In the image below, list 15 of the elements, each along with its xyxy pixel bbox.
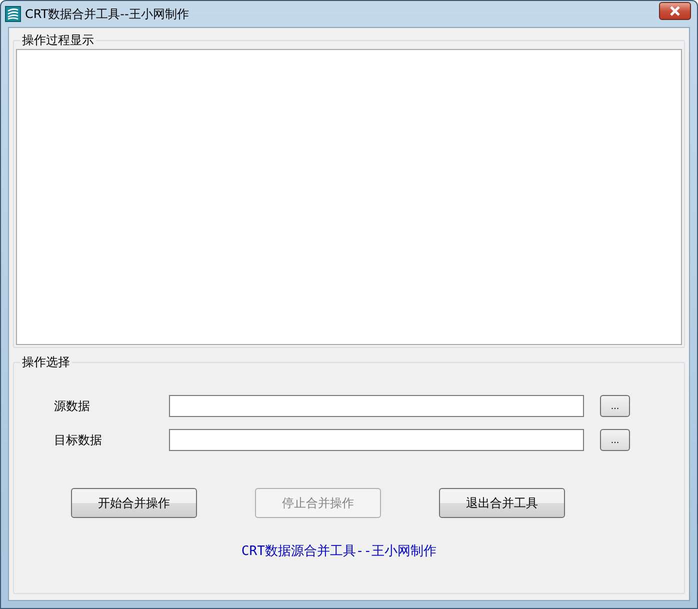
input-field[interactable] [169, 429, 584, 451]
browse-button[interactable]: ... [600, 395, 630, 417]
action-button[interactable]: 退出合并工具 [439, 488, 565, 518]
window-title: CRT数据合并工具--王小网制作 [25, 6, 190, 22]
action-button[interactable]: 开始合并操作 [71, 488, 197, 518]
field-label: 目标数据 [54, 432, 103, 448]
group-title: 操作选择 [21, 354, 71, 371]
browse-button[interactable]: ... [600, 429, 630, 451]
group-title: 操作过程显示 [21, 32, 95, 49]
close-button[interactable] [659, 2, 691, 20]
field-label: 源数据 [54, 398, 91, 414]
close-icon [669, 6, 681, 16]
app-icon [5, 6, 21, 22]
input-field[interactable] [169, 395, 584, 417]
credit-text: CRT数据源合并工具--王小网制作 [240, 543, 438, 560]
